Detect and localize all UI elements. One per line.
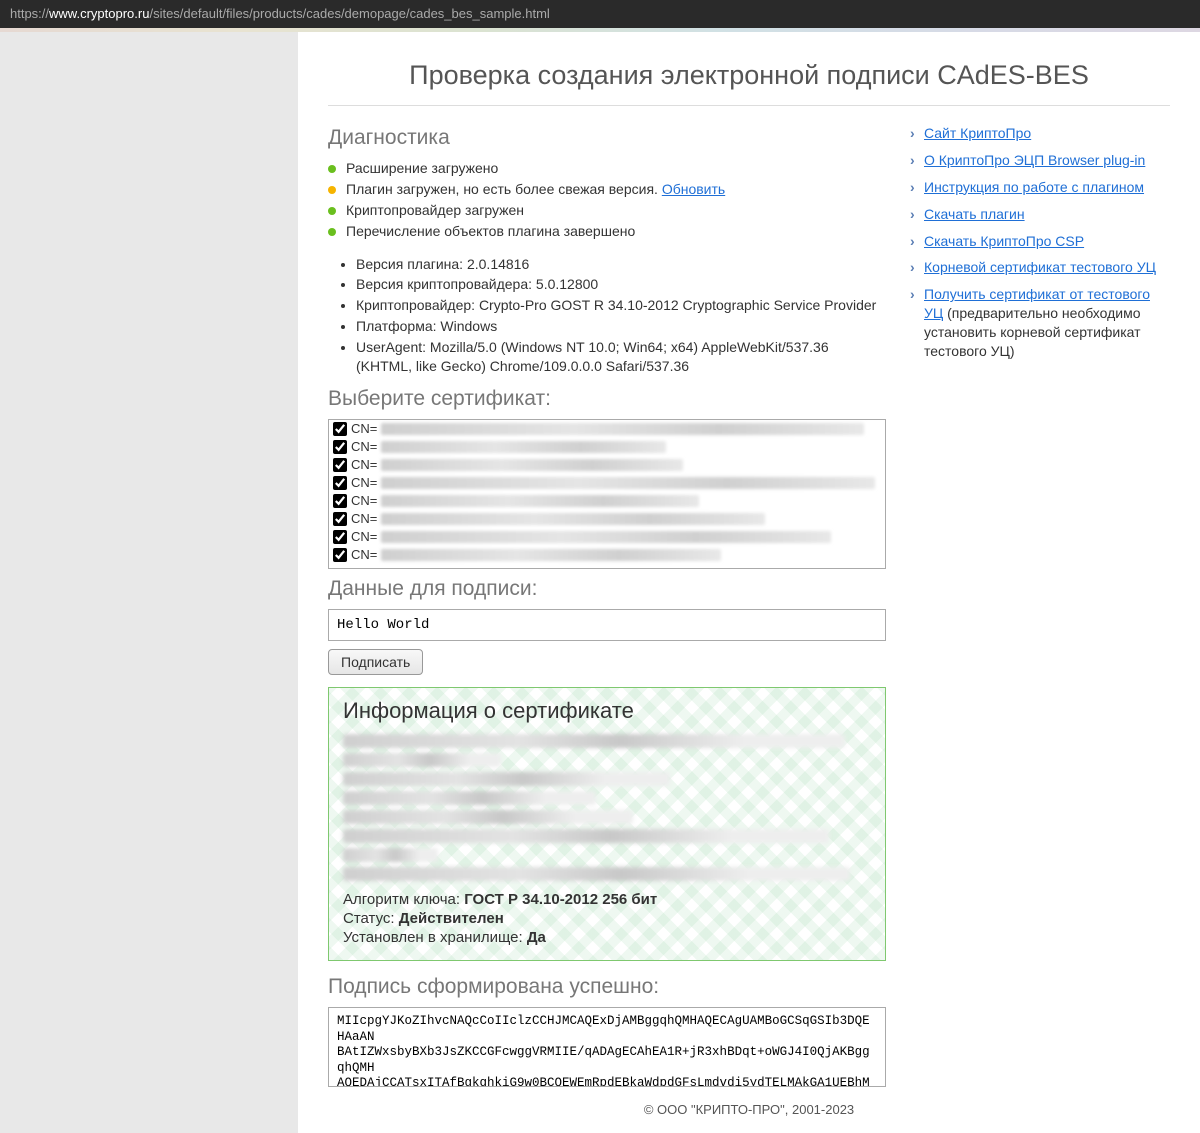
signature-heading: Подпись сформирована успешно: <box>328 975 886 999</box>
sign-data-input[interactable] <box>328 609 886 641</box>
certificate-cn-label: CN= <box>351 529 377 544</box>
page-title: Проверка создания электронной подписи CA… <box>328 60 1170 91</box>
redacted-text <box>381 495 699 507</box>
certificate-checkbox[interactable] <box>333 458 347 472</box>
url-domain: www.cryptopro.ru <box>49 6 149 21</box>
certificate-cn-label: CN= <box>351 493 377 508</box>
signature-output[interactable]: MIIcpgYJKoZIhvcNAQcCoIIclzCCHJMCAQExDjAM… <box>328 1007 886 1087</box>
certificate-cn-label: CN= <box>351 439 377 454</box>
url-path: /sites/default/files/products/cades/demo… <box>149 6 549 21</box>
sidebar-links: Сайт КриптоПро О КриптоПро ЭЦП Browser p… <box>910 120 1170 1090</box>
redacted-text <box>381 459 682 471</box>
diag-text: Перечисление объектов плагина завершено <box>346 223 635 239</box>
certificate-row[interactable]: CN= <box>329 528 885 546</box>
certificate-row[interactable]: CN= <box>329 474 885 492</box>
redacted-text <box>381 477 874 489</box>
certificate-cn-label: CN= <box>351 457 377 472</box>
certificate-cn-label: CN= <box>351 475 377 490</box>
certificate-row[interactable]: CN= <box>329 420 885 438</box>
certificate-checkbox[interactable] <box>333 440 347 454</box>
sign-button[interactable]: Подписать <box>328 649 423 675</box>
cert-select-heading: Выберите сертификат: <box>328 387 886 411</box>
sign-data-heading: Данные для подписи: <box>328 577 886 601</box>
redacted-text <box>381 513 765 525</box>
diag-text: Расширение загружено <box>346 160 498 176</box>
certificate-checkbox[interactable] <box>333 494 347 508</box>
cert-algo: Алгоритм ключа: ГОСТ Р 34.10-2012 256 би… <box>343 891 871 908</box>
certificate-checkbox[interactable] <box>333 476 347 490</box>
info-item: Платформа: Windows <box>356 316 886 337</box>
info-list: Версия плагина: 2.0.14816 Версия криптоп… <box>328 254 886 377</box>
redacted-text <box>381 531 830 543</box>
certificate-row[interactable]: CN= <box>329 510 885 528</box>
certificate-row[interactable]: CN= <box>329 546 885 564</box>
certificate-cn-label: CN= <box>351 547 377 562</box>
page-content: Проверка создания электронной подписи CA… <box>298 32 1200 1133</box>
redacted-details <box>343 734 871 881</box>
side-link[interactable]: Сайт КриптоПро <box>924 125 1031 141</box>
certificate-list[interactable]: CN= CN= CN= CN= CN= CN= CN= CN= <box>328 419 886 569</box>
certificate-cn-label: CN= <box>351 421 377 436</box>
certificate-checkbox[interactable] <box>333 548 347 562</box>
diag-item: Плагин загружен, но есть более свежая ве… <box>328 179 886 200</box>
left-gutter <box>0 32 298 1133</box>
info-item: Версия плагина: 2.0.14816 <box>356 254 886 275</box>
url-prefix: https:// <box>10 6 49 21</box>
divider <box>328 105 1170 106</box>
diag-item: Криптопровайдер загружен <box>328 200 886 221</box>
side-link[interactable]: Инструкция по работе с плагином <box>924 179 1144 195</box>
side-link[interactable]: Скачать плагин <box>924 206 1025 222</box>
info-item: Криптопровайдер: Crypto-Pro GOST R 34.10… <box>356 295 886 316</box>
diagnostics-list: Расширение загружено Плагин загружен, но… <box>328 158 886 242</box>
side-note: (предварительно необходимо установить ко… <box>924 305 1141 359</box>
footer-copyright: © ООО "КРИПТО-ПРО", 2001-2023 <box>328 1090 1170 1123</box>
diagnostics-heading: Диагностика <box>328 126 886 150</box>
certificate-checkbox[interactable] <box>333 512 347 526</box>
redacted-text <box>381 441 666 453</box>
diag-item: Перечисление объектов плагина завершено <box>328 221 886 242</box>
redacted-text <box>381 423 863 435</box>
cert-info-heading: Информация о сертификате <box>343 698 871 724</box>
update-link[interactable]: Обновить <box>662 181 725 197</box>
side-link[interactable]: Скачать КриптоПро CSP <box>924 233 1084 249</box>
side-link[interactable]: О КриптоПро ЭЦП Browser plug-in <box>924 152 1145 168</box>
cert-status: Статус: Действителен <box>343 910 871 927</box>
certificate-info-panel: Информация о сертификате Алгоритм ключа:… <box>328 687 886 961</box>
cert-store: Установлен в хранилище: Да <box>343 929 871 946</box>
certificate-row[interactable]: CN= <box>329 456 885 474</box>
side-link[interactable]: Корневой сертификат тестового УЦ <box>924 259 1156 275</box>
certificate-cn-label: CN= <box>351 511 377 526</box>
diag-item: Расширение загружено <box>328 158 886 179</box>
browser-url-bar[interactable]: https://www.cryptopro.ru/sites/default/f… <box>0 0 1200 28</box>
redacted-text <box>381 549 721 561</box>
decorative-strip <box>0 28 1200 32</box>
diag-text: Криптопровайдер загружен <box>346 202 524 218</box>
info-item: Версия криптопровайдера: 5.0.12800 <box>356 274 886 295</box>
certificate-checkbox[interactable] <box>333 422 347 436</box>
certificate-row[interactable]: CN= <box>329 492 885 510</box>
certificate-row[interactable]: CN= <box>329 438 885 456</box>
certificate-checkbox[interactable] <box>333 530 347 544</box>
info-item: UserAgent: Mozilla/5.0 (Windows NT 10.0;… <box>356 337 886 377</box>
diag-text: Плагин загружен, но есть более свежая ве… <box>346 181 658 197</box>
